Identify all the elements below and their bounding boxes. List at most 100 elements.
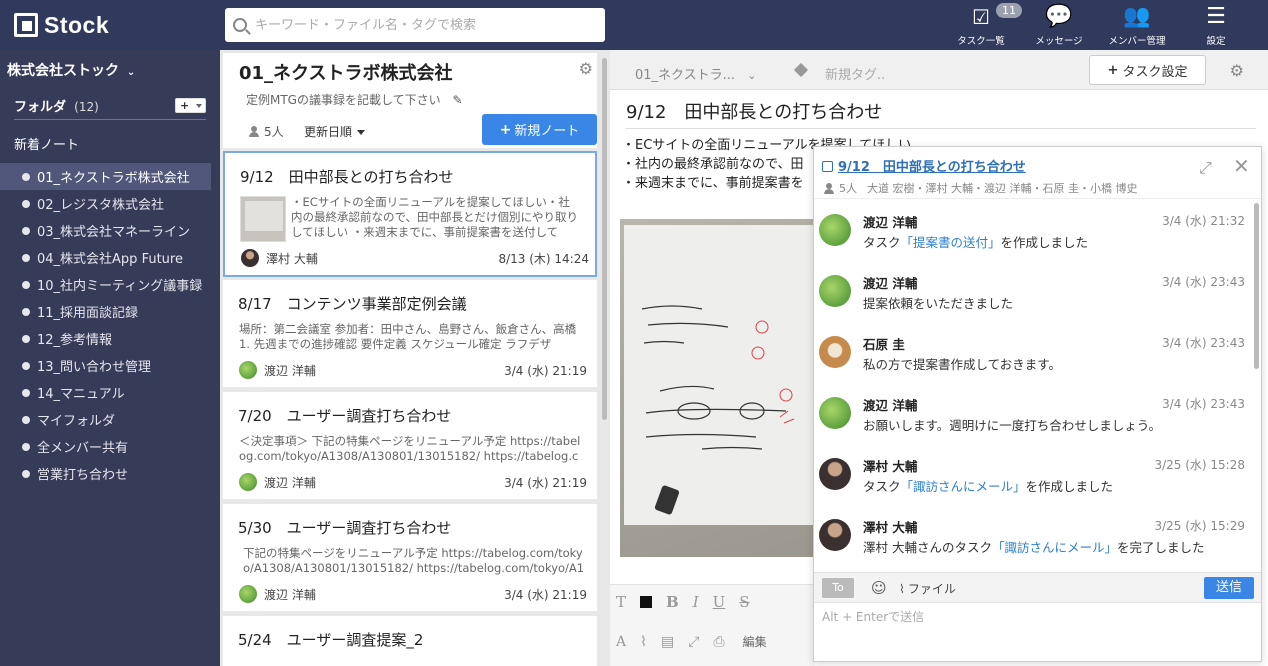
note-card[interactable]: 8/17 コンテンツ事業部定例会議 場所：第二会議室 参加者：田中さん、島野さん… <box>223 280 597 387</box>
text-size-icon[interactable]: T <box>616 593 626 611</box>
send-button[interactable]: 送信 <box>1204 577 1254 599</box>
expand-icon[interactable]: ⤢ <box>1199 158 1212 178</box>
folder-dot-icon <box>22 334 30 343</box>
folder-dot-icon <box>22 361 30 370</box>
avatar <box>819 397 851 429</box>
note-title: 5/30 ユーザー調査打ち合わせ <box>238 519 452 537</box>
search-box[interactable] <box>225 8 605 42</box>
top-bar: Stock ☑ 11 タスク一覧 💬 メッセージ 👥 メンバー管理 ☰ 設定 <box>0 0 1268 50</box>
message-text-pre: 澤村 大輔さんのタスク <box>863 540 992 555</box>
add-folder-button[interactable]: + <box>175 98 206 113</box>
message-item: 渡辺 洋輔 3/4 (水) 21:32 タスク「提案書の送付」を作成しました <box>814 201 1254 262</box>
note-date: 3/4 (水) 21:19 <box>504 587 587 602</box>
folder-item[interactable]: 14_マニュアル <box>0 379 211 406</box>
chat-scrollbar-thumb[interactable] <box>1254 203 1259 369</box>
attachment-icon[interactable]: ⌇ <box>640 634 647 650</box>
folder-member-count[interactable]: 5人 <box>249 123 284 140</box>
note-thumbnail <box>240 196 286 242</box>
edit-label[interactable]: 編集 <box>743 633 767 650</box>
sidebar-new-notes[interactable]: 新着ノート <box>14 134 79 153</box>
new-tag-input[interactable]: 新規タグ.. <box>825 64 885 83</box>
attach-file-button[interactable]: ⌇ ファイル <box>899 580 956 597</box>
task-link[interactable]: 「諏訪さんにメール」 <box>901 479 1026 494</box>
strikethrough-icon[interactable]: S <box>739 593 749 611</box>
mention-to-button[interactable]: To <box>822 578 854 598</box>
folder-item[interactable]: 01_ネクストラボ株式会社 <box>0 163 211 190</box>
underline-icon[interactable]: U <box>713 593 726 611</box>
folder-dot-icon <box>22 307 30 316</box>
note-footer: 渡辺 洋輔 3/4 (水) 21:19 <box>239 360 587 380</box>
bold-icon[interactable]: B <box>666 593 679 611</box>
folder-item[interactable]: 全メンバー共有 <box>0 433 211 460</box>
folder-gear-icon[interactable]: ⚙ <box>579 59 593 78</box>
chat-message-input[interactable] <box>814 604 1261 661</box>
nav-task-list[interactable]: ☑ 11 タスク一覧 <box>952 0 1022 50</box>
note-excerpt: 場所：第二会議室 参加者：田中さん、島野さん、飯倉さん、高橋 1. 先週までの進… <box>239 322 577 351</box>
folder-item[interactable]: 03_株式会社マネーライン <box>0 217 211 244</box>
nav-messages[interactable]: 💬 メッセージ <box>1030 0 1088 50</box>
folder-dot-icon <box>22 253 30 262</box>
note-excerpt: ＜決定事項＞ 下記の特集ページをリニューアル予定 https://tabelog… <box>239 434 581 466</box>
message-author: 澤村 大輔 <box>863 459 918 474</box>
folder-dot-icon <box>22 442 30 451</box>
folder-item[interactable]: 02_レジスタ株式会社 <box>0 190 211 217</box>
folder-label: 11_採用面談記録 <box>37 306 139 321</box>
editor-folder-select[interactable]: 01_ネクストラ... ⌄ <box>635 64 756 83</box>
font-icon[interactable]: A <box>616 634 626 650</box>
fullscreen-icon[interactable]: ⤢ <box>688 634 699 650</box>
folder-title: フォルダ <box>14 100 67 115</box>
nav-settings[interactable]: ☰ 設定 <box>1196 0 1236 50</box>
folder-item[interactable]: 04_株式会社App Future <box>0 244 211 271</box>
message-text-post: を完了しました <box>1117 540 1205 555</box>
message-time: 3/4 (水) 23:43 <box>1162 336 1245 350</box>
text-color-icon[interactable] <box>640 596 653 608</box>
emoji-icon[interactable]: ☺ <box>871 579 887 597</box>
folder-item[interactable]: 13_問い合わせ管理 <box>0 352 211 379</box>
sort-dropdown[interactable]: 更新日順 <box>304 123 366 140</box>
message-text: タスク「提案書の送付」を作成しました <box>863 232 1088 251</box>
task-link[interactable]: 「提案書の送付」 <box>901 235 1001 250</box>
new-note-button[interactable]: + 新規ノート <box>482 114 597 145</box>
note-card[interactable]: 5/24 ユーザー調査提案_2 <box>223 616 597 666</box>
italic-icon[interactable]: I <box>693 593 699 611</box>
folder-label: 全メンバー共有 <box>37 441 129 456</box>
folder-info-panel: 01_ネクストラボ株式会社 ⚙ 定例MTGの議事録を記載して下さい ✎ 5人 更… <box>223 53 597 148</box>
editor-folder-label: 01_ネクストラ... <box>635 68 736 83</box>
message-list: 渡辺 洋輔 3/4 (水) 21:32 タスク「提案書の送付」を作成しました 渡… <box>814 201 1254 569</box>
nav-messages-label: メッセージ <box>1035 36 1083 47</box>
message-text: タスク「諏訪さんにメール」を作成しました <box>863 476 1113 495</box>
chat-composer-toolbar: To ☺ ⌇ ファイル 送信 <box>814 572 1261 603</box>
company-switcher[interactable]: 株式会社ストック ⌄ <box>7 60 135 80</box>
folder-item[interactable]: 営業打ち合わせ <box>0 460 211 487</box>
notes-column: 01_ネクストラボ株式会社 ⚙ 定例MTGの議事録を記載して下さい ✎ 5人 更… <box>220 50 610 666</box>
editor-gear-icon[interactable]: ⚙ <box>1230 61 1244 80</box>
notes-scrollbar-thumb[interactable] <box>602 58 607 420</box>
search-input[interactable] <box>255 17 595 33</box>
folder-item[interactable]: 12_参考情報 <box>0 325 211 352</box>
stock-logo[interactable]: Stock <box>14 12 109 38</box>
note-card[interactable]: 9/12 田中部長との打ち合わせ ・ECサイトの全面リニューアルを提案してほしい… <box>223 151 597 277</box>
chat-note-title: 9/12 田中部長との打ち合わせ <box>838 160 1026 175</box>
task-link[interactable]: 「諏訪さんにメール」 <box>992 540 1117 555</box>
message-author: 澤村 大輔 <box>863 520 918 535</box>
folder-item[interactable]: 11_採用面談記録 <box>0 298 211 325</box>
folder-item[interactable]: 10_社内ミーティング議事録 <box>0 271 211 298</box>
note-editor-title[interactable]: 9/12 田中部長との打ち合わせ <box>626 98 882 124</box>
note-card[interactable]: 5/30 ユーザー調査打ち合わせ 下記の特集ページをリニューアル予定 https… <box>223 504 597 611</box>
title-divider <box>626 128 1256 129</box>
note-card[interactable]: 7/20 ユーザー調査打ち合わせ ＜決定事項＞ 下記の特集ページをリニューアル予… <box>223 392 597 499</box>
note-excerpt: ・ECサイトの全面リニューアルを提案してほしい・社内の最終承認前なので、田中部長… <box>291 195 579 239</box>
message-text-post: を作成しました <box>1000 235 1089 250</box>
note-title: 5/24 ユーザー調査提案_2 <box>238 631 424 649</box>
document-icon[interactable]: ▤ <box>661 634 674 650</box>
print-icon[interactable]: ⎙ <box>713 634 724 650</box>
nav-members[interactable]: 👥 メンバー管理 <box>1104 0 1170 50</box>
edit-icon <box>822 161 833 172</box>
chat-note-link[interactable]: 9/12 田中部長との打ち合わせ <box>822 156 1026 175</box>
close-icon[interactable]: ✕ <box>1233 154 1250 178</box>
pencil-icon[interactable]: ✎ <box>452 93 462 107</box>
task-settings-button[interactable]: + タスク設定 <box>1089 55 1206 85</box>
notes-scrollbar[interactable] <box>600 53 608 663</box>
folder-item[interactable]: マイフォルダ <box>0 406 211 433</box>
folder-description-text: 定例MTGの議事録を記載して下さい <box>246 93 441 107</box>
